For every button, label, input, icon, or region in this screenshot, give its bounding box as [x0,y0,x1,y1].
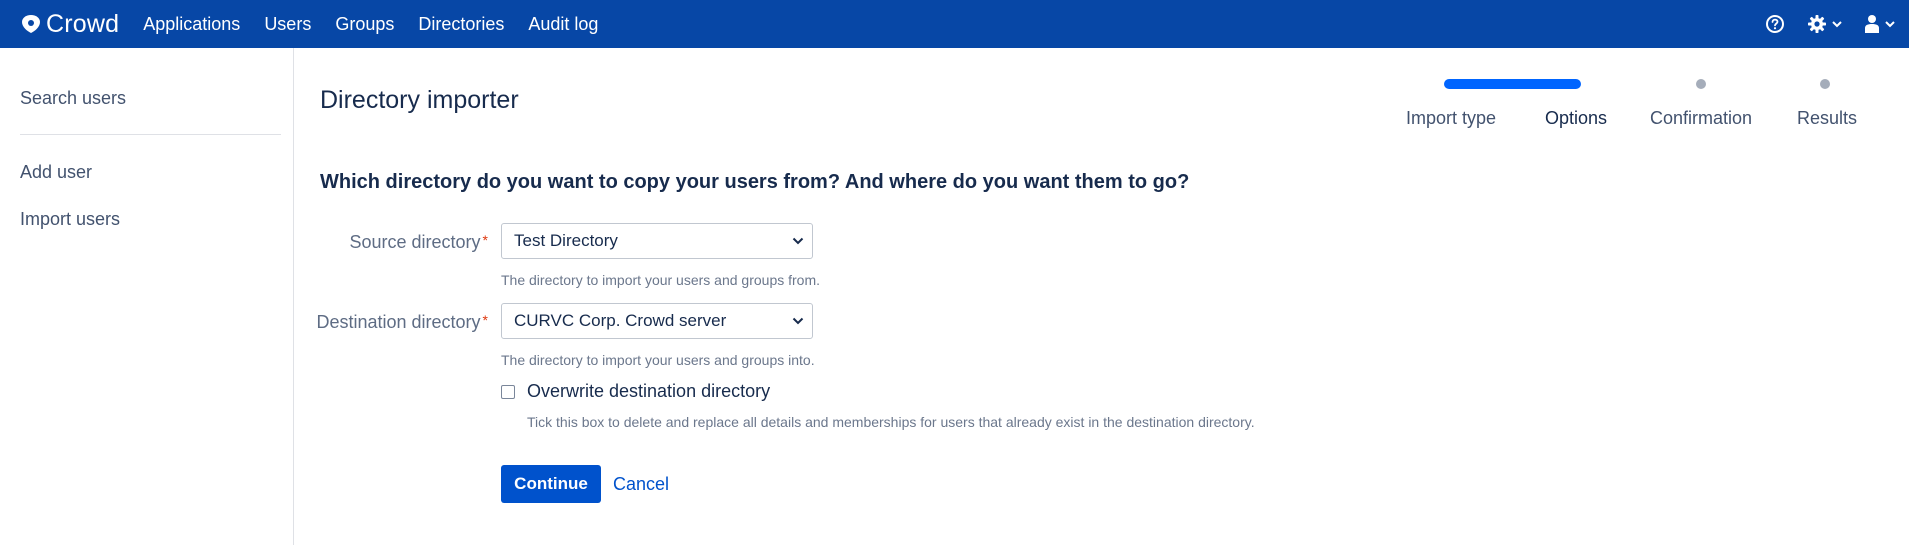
source-directory-label-text: Source directory [349,232,481,252]
required-marker: * [482,232,488,248]
overwrite-destination-help: Tick this box to delete and replace all … [527,414,1255,430]
sidebar-item-search-users[interactable]: Search users [20,88,126,109]
help-icon [1766,15,1784,33]
progress-step-dot-confirmation [1696,79,1706,89]
nav-directories[interactable]: Directories [406,0,516,48]
page-title: Directory importer [320,86,519,114]
app-name: Crowd [46,9,120,38]
cancel-link[interactable]: Cancel [613,474,669,495]
destination-directory-value: CURVC Corp. Crowd server [514,311,727,330]
nav-audit-log[interactable]: Audit log [516,0,610,48]
nav-applications[interactable]: Applications [131,0,252,48]
help-button[interactable] [1765,14,1785,34]
source-directory-select[interactable]: Test Directory [501,223,813,259]
chevron-down-icon [1832,21,1842,28]
sidebar-item-add-user[interactable]: Add user [20,162,92,183]
required-marker: * [482,312,488,328]
destination-directory-help: The directory to import your users and g… [501,352,815,368]
user-menu-button[interactable] [1864,14,1895,34]
progress-step-dot-results [1820,79,1830,89]
chevron-down-icon [792,317,804,325]
source-directory-value: Test Directory [514,231,618,250]
progress-step-results: Results [1796,108,1858,128]
progress-bar-completed [1444,79,1581,89]
nav-users[interactable]: Users [252,0,323,48]
top-navigation-bar: Crowd Applications Users Groups Director… [0,0,1909,48]
source-directory-help: The directory to import your users and g… [501,272,821,288]
nav-groups[interactable]: Groups [323,0,406,48]
chevron-down-icon [1885,21,1895,28]
destination-directory-select[interactable]: CURVC Corp. Crowd server [501,303,813,339]
form-question-heading: Which directory do you want to copy your… [320,171,1190,193]
progress-step-confirmation: Confirmation [1649,108,1753,128]
sidebar-divider [20,134,281,135]
source-directory-label: Source directory * [349,232,488,253]
overwrite-destination-checkbox[interactable] [501,384,515,399]
overwrite-destination-label[interactable]: Overwrite destination directory [527,381,770,402]
destination-directory-label-text: Destination directory [316,312,481,332]
overwrite-destination-row: Overwrite destination directory [501,381,770,402]
crowd-logo-icon [22,15,40,33]
nav-right-actions [1743,0,1895,48]
settings-menu-button[interactable] [1807,14,1842,34]
sidebar-item-import-users[interactable]: Import users [20,209,120,230]
user-icon [1865,15,1879,33]
app-logo[interactable]: Crowd [20,10,119,39]
destination-directory-label: Destination directory * [316,312,488,333]
progress-step-import-type: Import type [1405,108,1497,128]
sidebar: Search users Add user Import users [0,48,294,545]
continue-button[interactable]: Continue [501,465,601,503]
gear-icon [1808,15,1826,33]
chevron-down-icon [792,237,804,245]
progress-step-options: Options [1544,108,1608,128]
